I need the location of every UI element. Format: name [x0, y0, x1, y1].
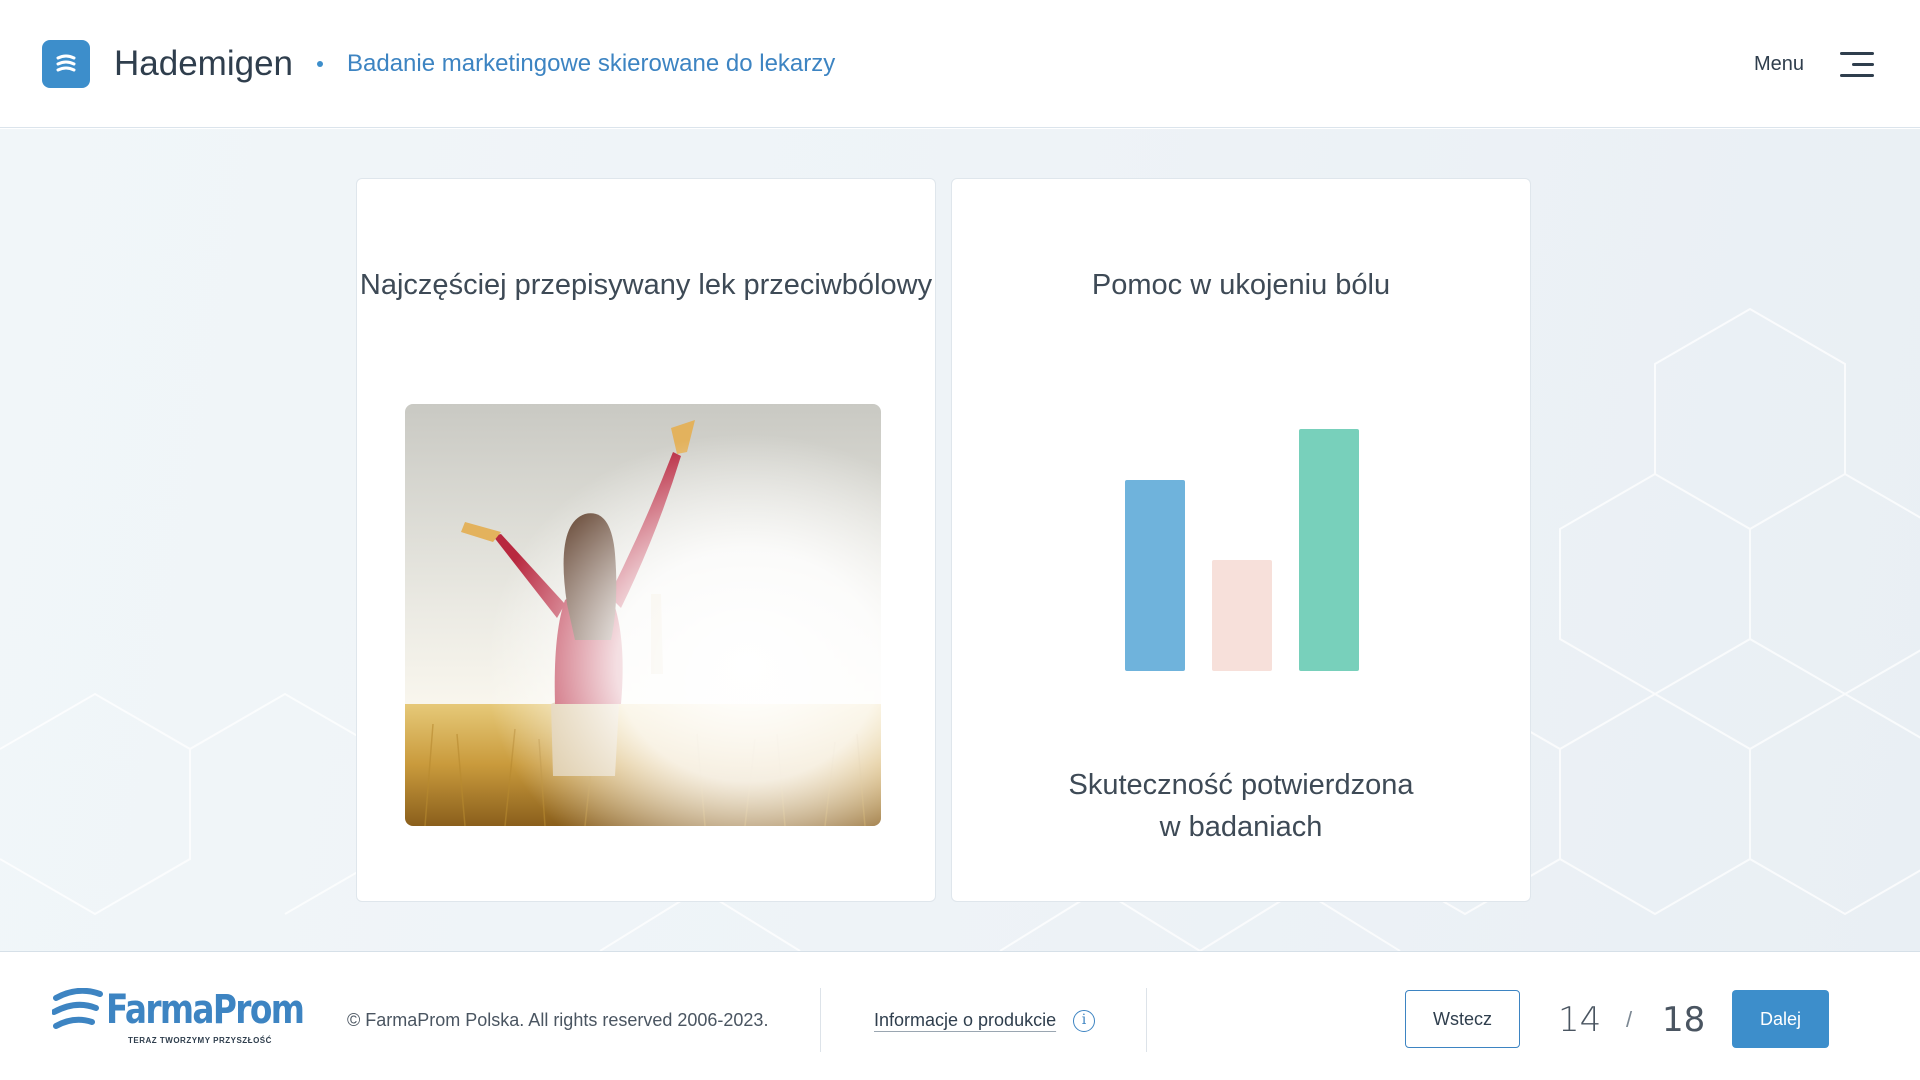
back-button[interactable]: Wstecz: [1405, 990, 1520, 1048]
chart-bar-2: [1212, 560, 1272, 671]
page-separator: /: [1626, 1007, 1633, 1032]
header: Hademigen Badanie marketingowe skierowan…: [0, 0, 1920, 128]
chart-bar-1: [1125, 480, 1185, 671]
caption-line-1: Skuteczność potwierdzona: [1068, 769, 1414, 801]
efficacy-bar-chart: [952, 429, 1532, 673]
card-caption: Skuteczność potwierdzona w badaniach: [952, 764, 1530, 848]
brand-name: FarmaProm: [106, 987, 305, 1033]
hamburger-menu-icon[interactable]: [1838, 50, 1874, 78]
menu-label[interactable]: Menu: [1754, 50, 1804, 78]
slide-stage: Najczęściej przepisywany lek przeciwbólo…: [0, 129, 1920, 951]
woman-in-field-photo: [405, 404, 881, 826]
card-title: Najczęściej przepisywany lek przeciwbólo…: [359, 269, 933, 301]
total-page-number: 18: [1662, 1000, 1706, 1040]
farmaprom-swoosh-icon: [52, 988, 103, 1029]
info-icon[interactable]: i: [1073, 1010, 1095, 1032]
presentation-subtitle: Badanie marketingowe skierowane do lekar…: [347, 50, 836, 77]
product-info-link[interactable]: Informacje o produkcie: [874, 1008, 1056, 1032]
app-logo-icon[interactable]: [42, 40, 90, 88]
chart-bar-3: [1299, 429, 1359, 671]
card-pain-relief[interactable]: Pomoc w ukojeniu bólu Skuteczność potwie…: [951, 178, 1531, 902]
footer-divider: [820, 988, 821, 1052]
footer-divider: [1146, 988, 1147, 1052]
card-title: Pomoc w ukojeniu bólu: [1091, 269, 1391, 301]
app-title: Hademigen: [114, 44, 293, 83]
brand-tagline: TERAZ TWORZYMY PRZYSZŁOŚĆ: [128, 1036, 272, 1045]
footer: FarmaProm TERAZ TWORZYMY PRZYSZŁOŚĆ © Fa…: [0, 951, 1920, 1080]
separator-dot: [317, 61, 323, 67]
caption-line-2: w badaniach: [1159, 811, 1323, 843]
farmaprom-logo[interactable]: FarmaProm TERAZ TWORZYMY PRZYSZŁOŚĆ: [52, 987, 305, 1052]
card-most-prescribed[interactable]: Najczęściej przepisywany lek przeciwbólo…: [356, 178, 936, 902]
current-page-number: 14: [1558, 1000, 1602, 1040]
copyright-text: © FarmaProm Polska. All rights reserved …: [347, 1010, 769, 1030]
next-button[interactable]: Dalej: [1732, 990, 1829, 1048]
